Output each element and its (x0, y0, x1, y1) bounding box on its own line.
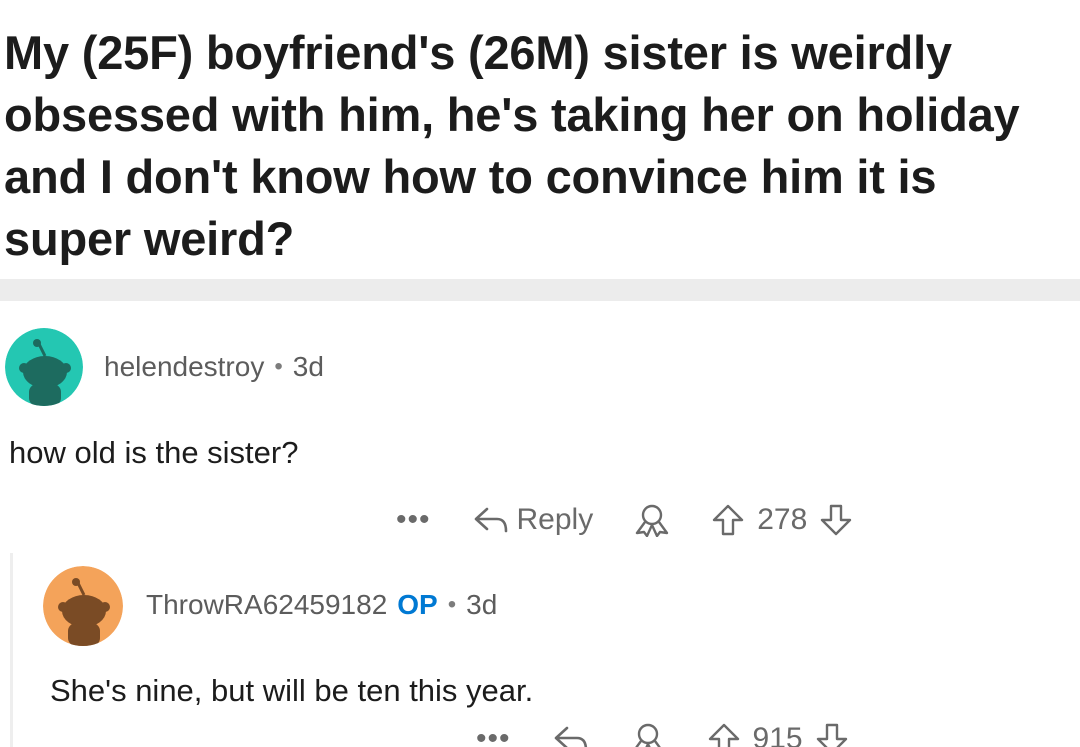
vote-score: 915 (752, 722, 803, 747)
comment-username[interactable]: ThrowRA62459182 (146, 589, 387, 621)
comment-body: how old is the sister? (9, 435, 299, 470)
comment-actions: ••• Reply 278 (396, 503, 853, 537)
upvote-arrow-icon (713, 504, 744, 536)
reply-label: Reply (516, 503, 594, 536)
comment-body: She's nine, but will be ten this year. (50, 673, 534, 708)
award-button[interactable] (629, 722, 667, 747)
avatar[interactable] (43, 566, 123, 646)
vote-score: 278 (757, 503, 808, 536)
award-button[interactable] (633, 503, 671, 537)
reddit-post-screenshot: My (25F) boyfriend's (26M) sister is wei… (0, 0, 1080, 747)
reply-button[interactable] (553, 724, 589, 747)
post-title: My (25F) boyfriend's (26M) sister is wei… (4, 26, 1020, 265)
avatar[interactable] (5, 328, 83, 406)
snoo-avatar-icon (43, 566, 123, 646)
downvote-button[interactable] (815, 722, 849, 747)
reply-arrow-icon (474, 507, 507, 533)
upvote-arrow-icon (708, 723, 739, 747)
downvote-arrow-icon (821, 504, 852, 536)
comment-username[interactable]: helendestroy (104, 351, 264, 383)
comment-actions: ••• 915 (476, 722, 849, 747)
upvote-button[interactable] (711, 503, 745, 537)
award-icon (636, 504, 669, 537)
snoo-avatar-icon (5, 328, 83, 406)
section-divider (0, 279, 1080, 301)
downvote-button[interactable] (819, 503, 853, 537)
award-icon (634, 723, 661, 747)
reply-button[interactable]: Reply (473, 503, 594, 537)
downvote-arrow-icon (816, 723, 847, 747)
upvote-button[interactable] (707, 722, 741, 747)
more-options-button[interactable]: ••• (396, 505, 431, 535)
comment-meta: ThrowRA62459182 OP • 3d (146, 589, 497, 621)
more-options-button[interactable]: ••• (476, 724, 511, 747)
thread-line[interactable] (10, 553, 13, 747)
meta-separator: • (274, 353, 283, 380)
meta-separator: • (447, 591, 457, 618)
comment-age: 3d (292, 351, 324, 382)
comment-meta: helendestroy • 3d (104, 351, 324, 383)
op-badge: OP (397, 589, 438, 620)
comment-age: 3d (466, 589, 498, 620)
reply-arrow-icon (554, 726, 587, 747)
